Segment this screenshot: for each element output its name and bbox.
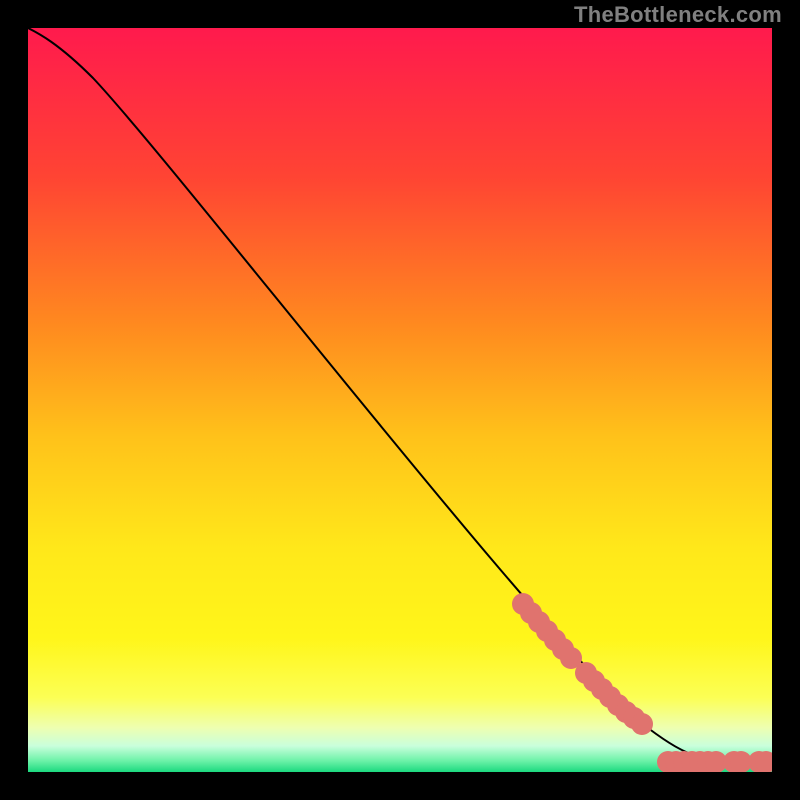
markers-lower-group <box>657 751 772 772</box>
marker-dot <box>631 713 653 735</box>
chart-frame: TheBottleneck.com <box>0 0 800 800</box>
chart-svg <box>28 28 772 772</box>
plot-area <box>28 28 772 772</box>
gradient-background <box>28 28 772 772</box>
attribution-text: TheBottleneck.com <box>574 2 782 28</box>
